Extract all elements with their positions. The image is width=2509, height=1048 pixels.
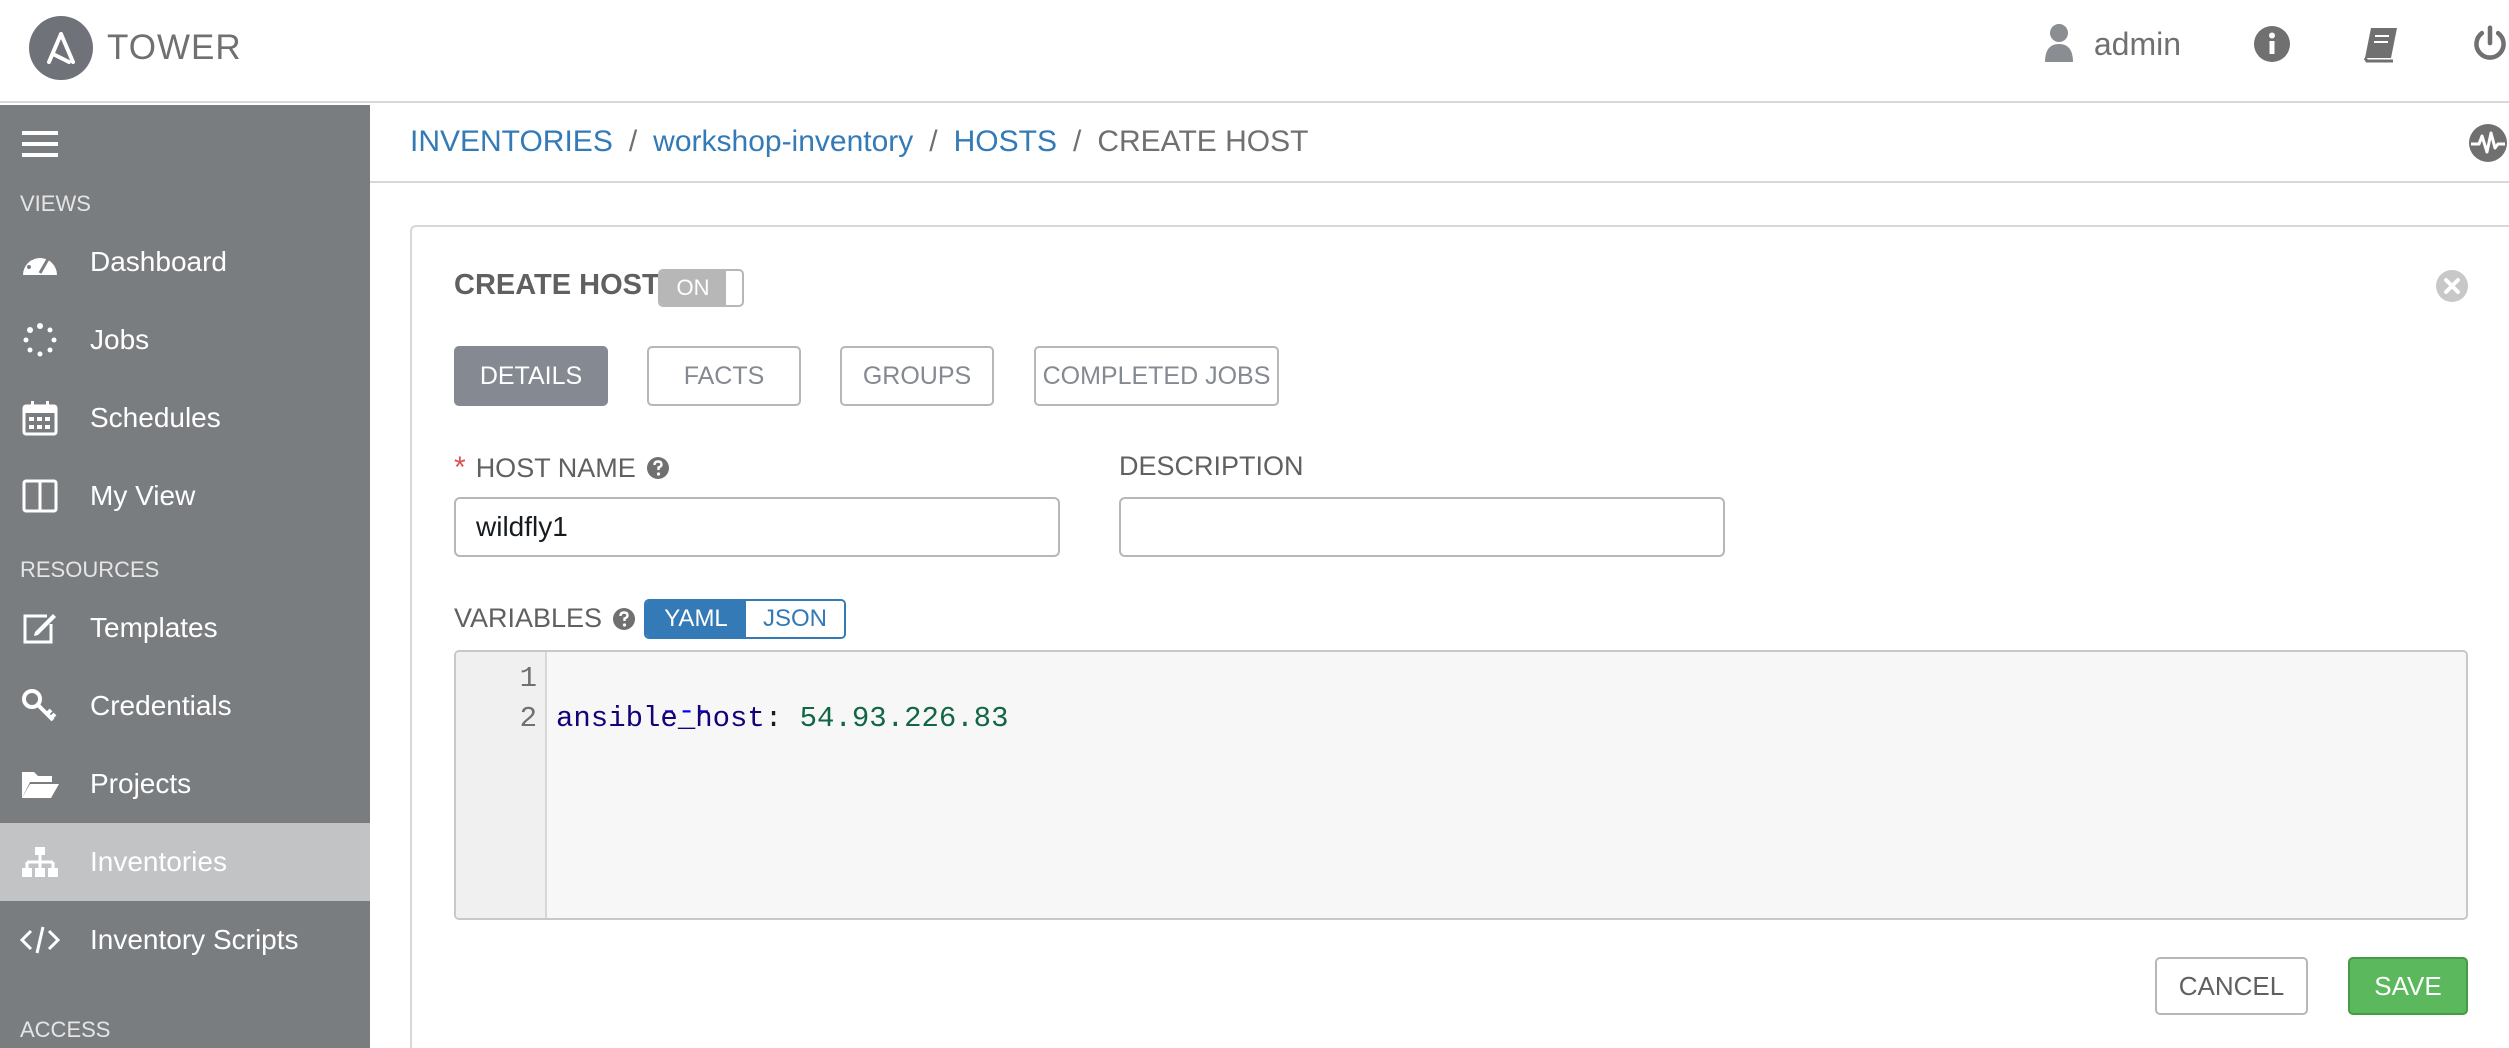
- editor-gutter: 1 2: [456, 652, 547, 918]
- sidebar-item-jobs[interactable]: Jobs: [0, 301, 370, 379]
- sidebar-item-label: Inventories: [90, 846, 227, 877]
- user-icon: [2044, 22, 2074, 67]
- sidebar-item-my-view[interactable]: My View: [0, 457, 370, 535]
- save-button[interactable]: SAVE: [2348, 957, 2468, 1015]
- tab-groups[interactable]: GROUPS: [840, 346, 994, 406]
- user-name: admin: [2093, 25, 2181, 62]
- brand[interactable]: TOWER: [29, 16, 242, 80]
- description-label: DESCRIPTION: [1119, 451, 1304, 481]
- code-line: ansible_host: 54.93.226.83: [556, 702, 1009, 735]
- folder-icon: [20, 764, 60, 804]
- close-icon[interactable]: [2434, 268, 2470, 304]
- sidebar-item-label: Templates: [90, 612, 218, 643]
- sidebar-item-label: My View: [90, 480, 196, 511]
- panel-title: CREATE HOST: [454, 269, 660, 301]
- host-name-input[interactable]: [454, 497, 1060, 557]
- dashboard-icon: [20, 242, 60, 282]
- sidebar-item-inventories[interactable]: Inventories: [0, 823, 370, 901]
- breadcrumb-workshop-inventory[interactable]: workshop-inventory: [653, 125, 913, 159]
- sidebar-item-inventory-scripts[interactable]: Inventory Scripts: [0, 901, 370, 979]
- sidebar-item-templates[interactable]: Templates: [0, 589, 370, 667]
- brand-name: TOWER: [107, 28, 242, 67]
- edit-icon: [20, 608, 60, 648]
- calendar-icon: [20, 398, 60, 438]
- toggle-label: ON: [660, 271, 726, 305]
- variables-label: VARIABLES: [454, 603, 636, 634]
- host-name-label: * HOST NAME: [454, 451, 670, 485]
- breadcrumb-separator: /: [1073, 125, 1082, 158]
- yaml-value: 54.93.226.83: [799, 702, 1009, 735]
- sidebar-item-label: Inventory Scripts: [90, 924, 299, 955]
- top-bar: TOWER admin: [0, 0, 2509, 103]
- columns-icon: [20, 476, 60, 516]
- enabled-toggle[interactable]: ON: [658, 269, 744, 307]
- sidebar-item-label: Jobs: [90, 324, 150, 355]
- user-menu[interactable]: admin: [2044, 22, 2181, 67]
- host-name-label-text: HOST NAME: [475, 452, 636, 483]
- cancel-button[interactable]: CANCEL: [2155, 957, 2308, 1015]
- breadcrumb-separator: /: [628, 125, 638, 158]
- tower-logo-icon: [29, 16, 93, 80]
- required-asterisk: *: [454, 451, 466, 484]
- breadcrumb-hosts[interactable]: HOSTS: [954, 125, 1057, 159]
- json-button[interactable]: JSON: [746, 601, 844, 637]
- tab-details[interactable]: DETAILS: [454, 346, 608, 406]
- line-number: 2: [519, 702, 537, 735]
- sidebar-item-projects[interactable]: Projects: [0, 745, 370, 823]
- section-label-resources: RESOURCES: [20, 557, 160, 582]
- yaml-separator: :: [764, 702, 783, 735]
- variables-format-toggle: YAML JSON: [644, 599, 846, 639]
- yaml-key: ansible_host: [556, 702, 765, 735]
- sidebar-item-label: Schedules: [90, 402, 221, 433]
- breadcrumb-create-host: CREATE HOST: [1097, 125, 1309, 158]
- sidebar-item-label: Projects: [90, 768, 192, 799]
- section-label-access: ACCESS: [20, 1017, 111, 1042]
- logout-power-icon[interactable]: [2471, 23, 2509, 65]
- question-circle-icon[interactable]: [646, 456, 670, 480]
- breadcrumb-bar: INVENTORIES / workshop-inventory / HOSTS…: [370, 105, 2509, 183]
- question-circle-icon[interactable]: [612, 607, 636, 631]
- breadcrumb-separator: /: [929, 125, 938, 158]
- yaml-button[interactable]: YAML: [646, 601, 746, 637]
- breadcrumb: INVENTORIES / workshop-inventory / HOSTS…: [410, 125, 1308, 159]
- create-host-panel: CREATE HOST ON DETAILS FACTS GROUPS COMP…: [410, 225, 2509, 1048]
- line-number: 1: [519, 662, 537, 695]
- sidebar-item-schedules[interactable]: Schedules: [0, 379, 370, 457]
- info-icon[interactable]: [2253, 25, 2291, 63]
- sidebar-item-dashboard[interactable]: Dashboard: [0, 223, 370, 301]
- sidebar-item-label: Credentials: [90, 690, 232, 721]
- code-icon: [20, 920, 60, 960]
- breadcrumb-inventories[interactable]: INVENTORIES: [410, 125, 613, 159]
- variables-label-text: VARIABLES: [454, 603, 603, 633]
- sidebar-item-credentials[interactable]: Credentials: [0, 667, 370, 745]
- tab-completed-jobs[interactable]: COMPLETED JOBS: [1034, 346, 1279, 406]
- section-label-views: VIEWS: [20, 191, 91, 216]
- hamburger-menu-icon[interactable]: [22, 129, 58, 164]
- jobs-spinner-icon: [20, 320, 60, 360]
- variables-code-editor[interactable]: 1 2 --- ansible_host: 54.93.226.83: [454, 650, 2468, 920]
- tab-facts[interactable]: FACTS: [647, 346, 801, 406]
- docs-book-icon[interactable]: [2361, 25, 2401, 63]
- key-icon: [20, 686, 60, 726]
- description-input[interactable]: [1119, 497, 1725, 557]
- sidebar: VIEWS Dashboard Jobs Schedules My View R…: [0, 105, 370, 1048]
- sidebar-item-label: Dashboard: [90, 246, 227, 277]
- activity-stream-icon[interactable]: [2467, 122, 2509, 169]
- sitemap-icon: [20, 842, 60, 882]
